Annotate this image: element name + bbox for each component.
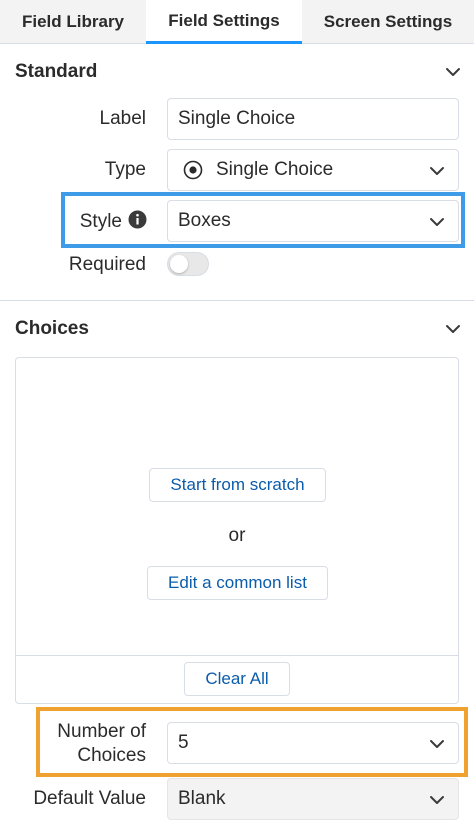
tab-field-settings[interactable]: Field Settings	[146, 0, 302, 44]
default-value-value: Blank	[178, 788, 226, 809]
toggle-knob	[170, 255, 188, 273]
chevron-down-icon	[428, 791, 446, 809]
chevron-down-icon	[428, 162, 446, 180]
type-select-value: Single Choice	[216, 159, 334, 180]
required-toggle[interactable]	[167, 252, 209, 276]
chevron-down-icon[interactable]	[444, 63, 462, 81]
required-field-label: Required	[68, 254, 146, 275]
edit-common-list-button[interactable]: Edit a common list	[147, 566, 328, 600]
tab-bar: Field Library Field Settings Screen Sett…	[0, 0, 474, 44]
start-from-scratch-button[interactable]: Start from scratch	[149, 468, 326, 502]
default-value-select[interactable]: Blank	[167, 778, 459, 820]
label-input[interactable]: Single Choice	[167, 98, 459, 140]
clear-all-button[interactable]: Clear All	[184, 662, 290, 696]
section-divider	[0, 300, 474, 301]
type-field-label: Type	[104, 159, 146, 180]
tab-screen-settings[interactable]: Screen Settings	[302, 0, 474, 44]
choices-section-title: Choices	[15, 318, 89, 339]
chevron-down-icon[interactable]	[444, 320, 462, 338]
radio-selected-icon	[183, 160, 203, 180]
choices-panel-divider	[16, 655, 458, 656]
label-input-value: Single Choice	[178, 108, 296, 129]
standard-section-title: Standard	[15, 61, 98, 82]
choices-panel: Start from scratch or Edit a common list…	[15, 357, 459, 704]
label-field-label: Label	[99, 108, 147, 129]
tab-field-library[interactable]: Field Library	[0, 0, 146, 44]
style-highlight-box	[61, 192, 465, 248]
or-text: or	[228, 525, 246, 546]
type-select[interactable]: Single Choice	[167, 149, 459, 191]
default-value-label: Default Value	[33, 788, 146, 809]
number-of-choices-highlight-box	[36, 707, 468, 777]
